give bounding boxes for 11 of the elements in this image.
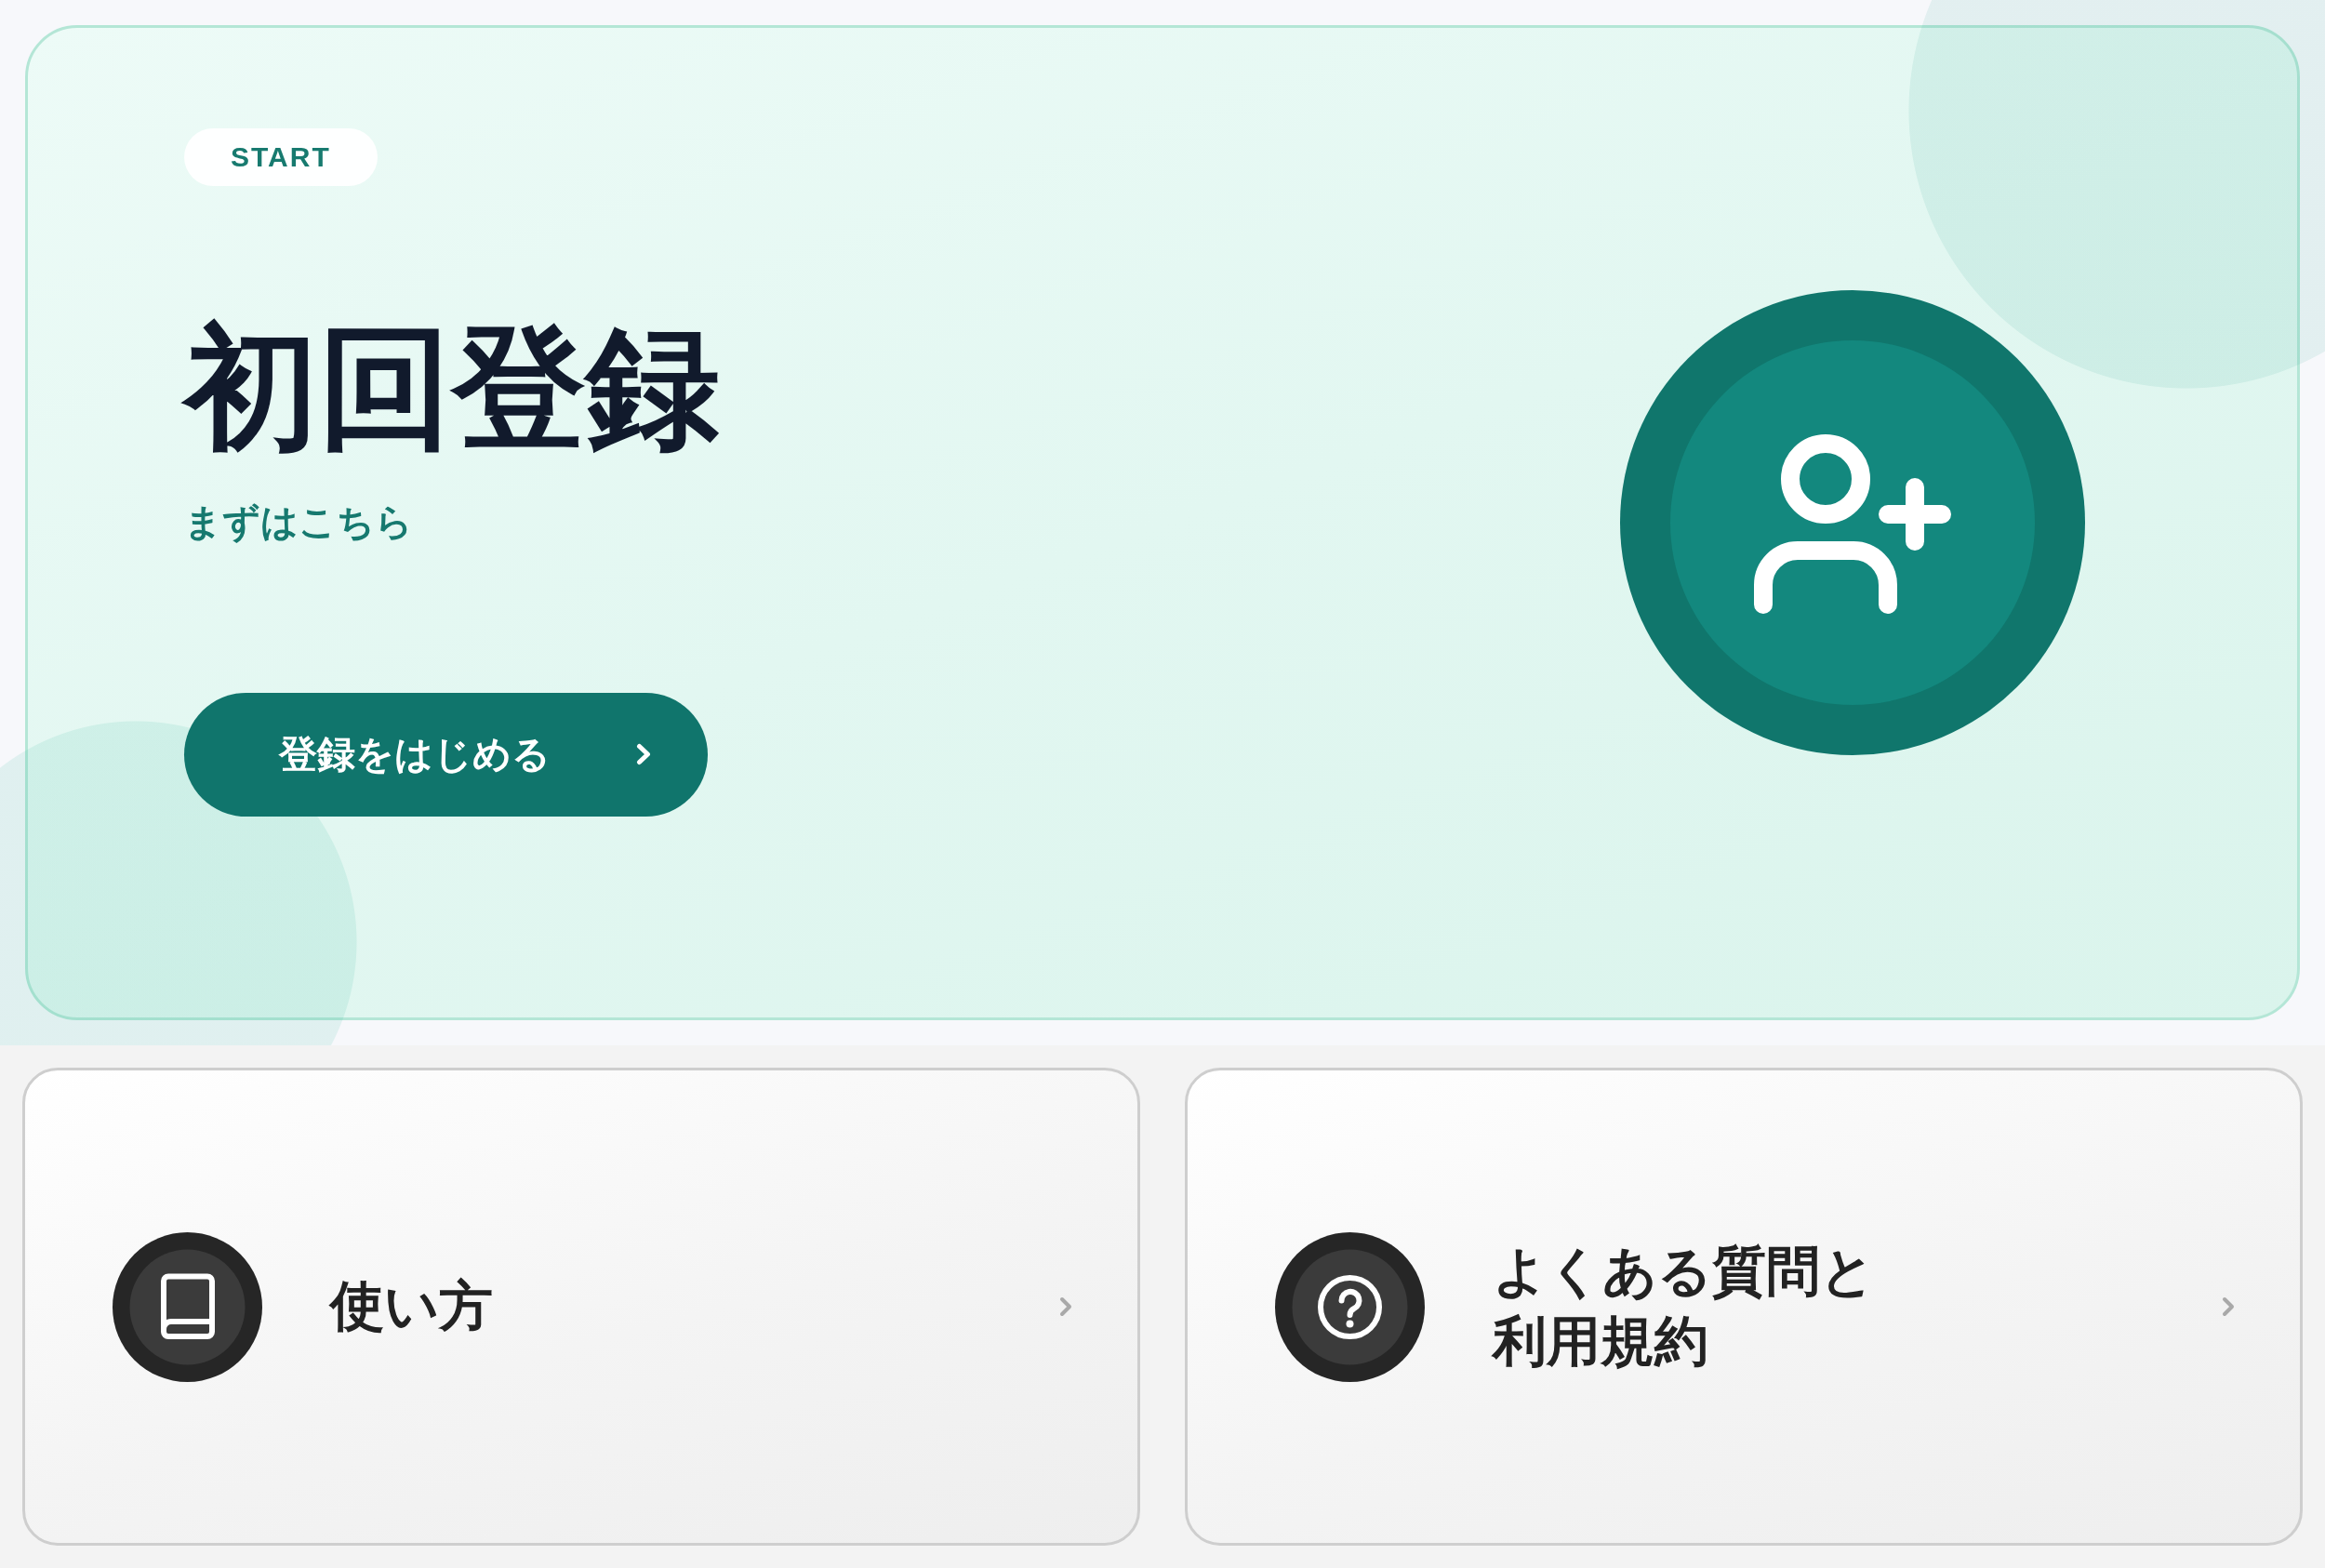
register-button[interactable]: 登録をはじめる <box>184 692 708 817</box>
chevron-right-icon <box>1059 1296 1072 1317</box>
chevron-right-icon <box>2222 1296 2235 1317</box>
book-icon <box>113 1231 262 1382</box>
page-subtitle: まずはこちら <box>184 498 413 545</box>
menu-card[interactable]: 使い方 <box>22 1068 1140 1546</box>
question-circle-icon <box>1275 1231 1425 1382</box>
menu-card[interactable]: よくある質問と利用規約 <box>1185 1068 2303 1546</box>
section-tag: START <box>184 128 378 186</box>
chevron-right-icon <box>636 743 651 766</box>
user-plus-icon <box>1620 290 2085 755</box>
